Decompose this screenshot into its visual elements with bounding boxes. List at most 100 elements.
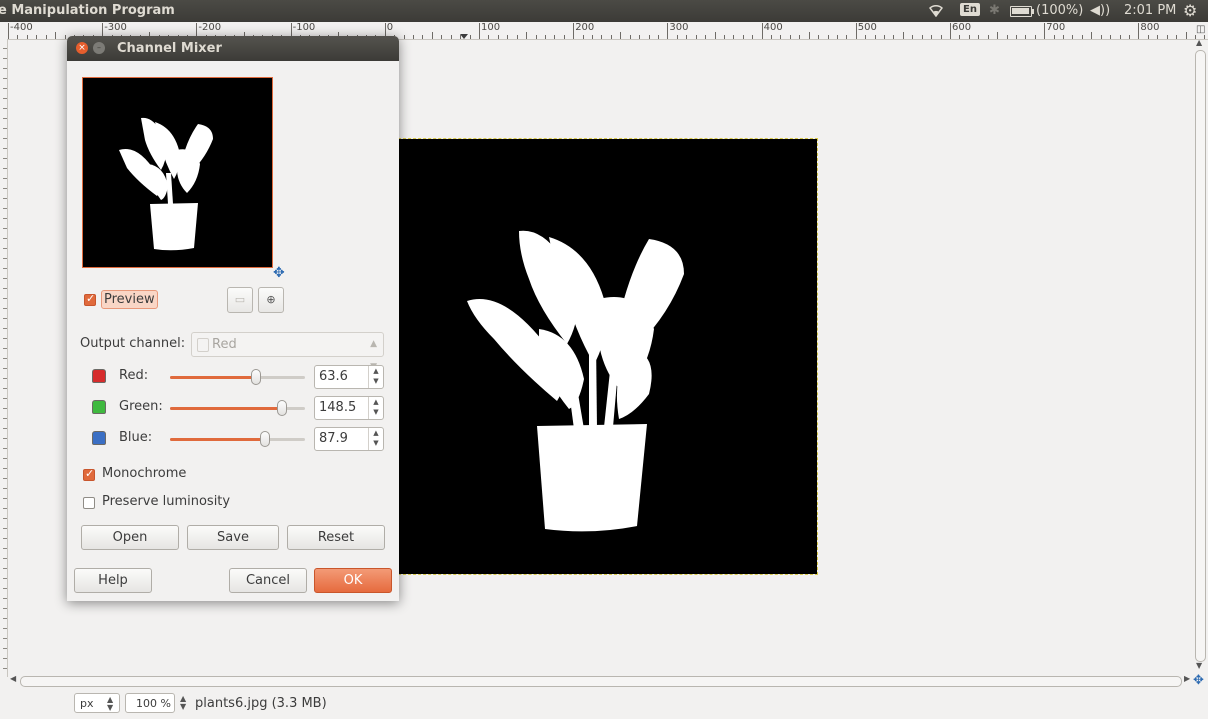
ruler-minor-tick — [1185, 32, 1187, 39]
reset-button[interactable]: Reset — [287, 525, 385, 550]
ruler-minor-tick — [1110, 35, 1112, 39]
ruler-minor-tick — [940, 35, 942, 39]
keyboard-language-indicator[interactable]: En — [960, 3, 980, 16]
image-canvas[interactable] — [398, 138, 818, 575]
battery-icon[interactable] — [1010, 6, 1034, 17]
green-label: Green: — [119, 399, 163, 414]
unit-spin-arrows-icon[interactable]: ▲ ▼ — [107, 696, 113, 712]
show-original-toggle-icon[interactable]: ⊕ — [258, 287, 284, 313]
ruler-minor-tick — [45, 35, 47, 39]
dialog-title: Channel Mixer — [117, 41, 222, 56]
ruler-major-tick — [1044, 23, 1046, 39]
monochrome-checkbox[interactable] — [83, 467, 95, 481]
split-view-toggle-icon[interactable]: ▭ — [227, 287, 253, 313]
green-slider[interactable] — [170, 400, 305, 416]
preview-area[interactable] — [82, 77, 273, 268]
volume-icon[interactable]: ◀)) — [1090, 3, 1110, 18]
quick-mask-corner-icon[interactable]: ◫ — [1196, 24, 1205, 35]
red-slider-handle[interactable] — [251, 369, 262, 385]
preserve-luminosity-label[interactable]: Preserve luminosity — [102, 494, 230, 509]
ruler-minor-tick — [733, 35, 735, 39]
red-channel-icon — [92, 369, 106, 383]
horizontal-scrollbar[interactable]: ◀ ▶ — [8, 674, 1194, 688]
ruler-label: 700 — [1046, 22, 1066, 33]
ruler-major-tick — [667, 23, 669, 39]
plant-silhouette-image — [399, 139, 817, 574]
zoom-spin-arrows-icon[interactable]: ▲ ▼ — [180, 695, 186, 711]
scroll-down-arrow-icon[interactable]: ▼ — [1196, 661, 1202, 670]
horizontal-scroll-thumb[interactable] — [20, 676, 1182, 687]
ruler-minor-tick — [1053, 35, 1055, 39]
red-spin-arrows-icon[interactable]: ▲ ▼ — [368, 366, 383, 388]
ruler-minor-tick — [997, 32, 999, 39]
preview-label[interactable]: Preview — [101, 290, 158, 309]
help-button[interactable]: Help — [74, 568, 152, 593]
cancel-button[interactable]: Cancel — [229, 568, 307, 593]
vertical-ruler[interactable] — [0, 39, 8, 677]
green-slider-handle[interactable] — [277, 400, 288, 416]
settings-gear-icon[interactable]: ⚙ — [1183, 1, 1197, 20]
blue-slider-handle[interactable] — [259, 431, 270, 447]
preview-checkbox[interactable] — [84, 292, 96, 306]
close-icon[interactable]: × — [76, 42, 88, 54]
ruler-minor-tick — [1015, 35, 1017, 39]
ruler-minor-tick — [36, 35, 38, 39]
green-value-input[interactable]: 148.5 ▲ ▼ — [314, 396, 384, 420]
green-spin-arrows-icon[interactable]: ▲ ▼ — [368, 397, 383, 419]
preserve-luminosity-checkbox[interactable] — [83, 497, 95, 509]
unit-selector[interactable]: px ▲ ▼ — [74, 693, 120, 713]
vertical-scroll-thumb[interactable] — [1195, 50, 1206, 662]
green-value: 148.5 — [319, 400, 357, 415]
scroll-left-arrow-icon[interactable]: ◀ — [10, 674, 16, 683]
scroll-right-arrow-icon[interactable]: ▶ — [1184, 674, 1190, 683]
ruler-major-tick — [479, 23, 480, 39]
ruler-label: 300 — [669, 22, 689, 33]
monochrome-label[interactable]: Monochrome — [102, 466, 186, 481]
preview-navigate-icon[interactable]: ✥ — [273, 265, 285, 281]
save-button[interactable]: Save — [187, 525, 279, 550]
ruler-minor-tick — [64, 35, 66, 39]
ruler-minor-tick — [827, 35, 829, 39]
zoom-selector[interactable]: 100 % — [125, 693, 175, 713]
unit-value: px — [80, 697, 94, 710]
wifi-icon[interactable] — [928, 3, 944, 21]
ruler-major-tick — [1138, 23, 1140, 39]
ruler-minor-tick — [912, 35, 914, 39]
ruler-minor-tick — [17, 35, 19, 39]
bluetooth-icon[interactable]: ✱ — [989, 3, 1000, 18]
ruler-label: 600 — [952, 22, 972, 33]
zoom-value: 100 % — [136, 697, 171, 710]
ruler-major-tick — [573, 23, 575, 39]
ruler-minor-tick — [1006, 35, 1008, 39]
ruler-minor-tick — [987, 35, 989, 39]
output-channel-select[interactable]: Red ▲▼ — [191, 332, 384, 372]
ruler-minor-tick — [742, 35, 744, 39]
ruler-minor-tick — [921, 35, 923, 39]
clock[interactable]: 2:01 PM — [1124, 3, 1176, 18]
blue-slider[interactable] — [170, 431, 305, 447]
navigate-image-icon[interactable]: ✥ — [1193, 673, 1204, 688]
ok-button[interactable]: OK — [314, 568, 392, 593]
blue-value: 87.9 — [319, 431, 348, 446]
ruler-major-tick — [950, 23, 951, 39]
ruler-minor-tick — [422, 35, 424, 39]
output-channel-value: Red — [212, 337, 237, 352]
ruler-minor-tick — [620, 32, 622, 39]
dialog-titlebar[interactable]: × – Channel Mixer — [67, 36, 399, 61]
open-button[interactable]: Open — [81, 525, 179, 550]
ruler-minor-tick — [544, 35, 546, 39]
ruler-position-marker-icon — [460, 34, 468, 39]
ruler-minor-tick — [639, 35, 641, 39]
ruler-minor-tick — [714, 32, 716, 39]
red-slider[interactable] — [170, 369, 305, 385]
ruler-minor-tick — [629, 35, 631, 39]
minimize-icon[interactable]: – — [93, 42, 105, 54]
green-channel-icon — [92, 400, 106, 414]
vertical-scrollbar[interactable]: ▲ ▼ — [1194, 38, 1206, 672]
blue-spin-arrows-icon[interactable]: ▲ ▼ — [368, 428, 383, 450]
channel-icon — [197, 338, 209, 352]
scroll-up-arrow-icon[interactable]: ▲ — [1196, 38, 1202, 47]
red-value-input[interactable]: 63.6 ▲ ▼ — [314, 365, 384, 389]
ruler-minor-tick — [601, 35, 603, 39]
blue-value-input[interactable]: 87.9 ▲ ▼ — [314, 427, 384, 451]
